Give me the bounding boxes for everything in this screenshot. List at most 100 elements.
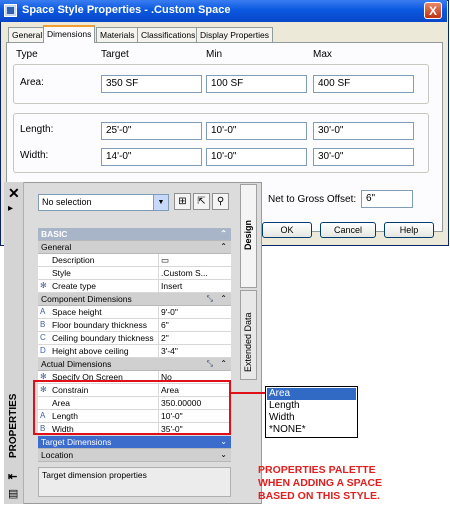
constrain-option-none[interactable]: *NONE* xyxy=(267,424,356,436)
property-icon: A xyxy=(40,307,46,316)
component-dimensions-label: Component Dimensions xyxy=(41,294,132,304)
dialog-title: Space Style Properties - .Custom Space xyxy=(22,4,231,16)
close-button[interactable]: X xyxy=(424,2,442,19)
constrain-option-length[interactable]: Length xyxy=(267,400,356,412)
constrain-options-list[interactable]: Area Length Width *NONE* xyxy=(265,386,358,438)
palette-close-icon[interactable]: ✕ xyxy=(8,185,20,202)
property-row-space-height[interactable]: A Space height 9'-0" xyxy=(38,306,231,319)
location-label: Location xyxy=(41,450,74,460)
property-value: Insert xyxy=(161,281,183,291)
property-row-ceiling-boundary[interactable]: C Ceiling boundary thickness 2" xyxy=(38,332,231,345)
collapse-icon: ⌃ xyxy=(220,242,227,251)
length-min-field[interactable]: 10'-0" xyxy=(206,122,307,140)
select-objects-icon[interactable]: ⇱ xyxy=(193,193,210,210)
quick-select-icon[interactable]: ⚲ xyxy=(212,193,229,210)
help-button[interactable]: Help xyxy=(384,222,434,238)
tab-design-label: Design xyxy=(243,219,253,250)
width-max-field[interactable]: 30'-0" xyxy=(313,148,414,166)
collapse-icon: ⌃ xyxy=(220,294,227,303)
tab-dimensions[interactable]: Dimensions xyxy=(43,25,96,43)
property-key: Height above ceiling xyxy=(52,346,129,356)
caption-line-1: PROPERTIES PALETTE xyxy=(258,464,376,476)
area-min-field[interactable]: 100 SF xyxy=(206,75,307,93)
autohide-icon[interactable]: ⇤ xyxy=(8,470,17,483)
basic-header-label: BASIC xyxy=(41,229,68,239)
palette-title: PROPERTIES xyxy=(8,393,19,458)
width-target-field[interactable]: 14'-0" xyxy=(101,148,202,166)
area-target-field[interactable]: 350 SF xyxy=(101,75,202,93)
palette-menu-icon[interactable]: ▸ xyxy=(8,203,13,214)
header-max: Max xyxy=(313,49,332,60)
property-key: Style xyxy=(52,268,71,278)
tab-classifications[interactable]: Classifications xyxy=(137,27,200,42)
add-selection-icon[interactable]: ⊞ xyxy=(174,193,191,210)
general-section-label: General xyxy=(41,242,72,252)
net-to-gross-label: Net to Gross Offset: xyxy=(268,194,357,205)
property-icon: B xyxy=(40,320,46,329)
component-dimensions-section[interactable]: Component Dimensions ⤡ ⌃ xyxy=(38,293,231,306)
cancel-button[interactable]: Cancel xyxy=(320,222,376,238)
width-min-field[interactable]: 10'-0" xyxy=(206,148,307,166)
help-text: Target dimension properties xyxy=(42,470,147,480)
chevron-down-icon: ▼ xyxy=(153,195,168,210)
property-value: .Custom S... xyxy=(161,268,208,278)
constrain-option-width[interactable]: Width xyxy=(267,412,356,424)
location-section[interactable]: Location ⌄ xyxy=(38,449,231,462)
property-value: 6" xyxy=(161,320,169,330)
property-row-description[interactable]: Description ▭ xyxy=(38,254,231,267)
header-type: Type xyxy=(16,49,38,60)
selection-dropdown[interactable]: No selection ▼ xyxy=(38,194,169,211)
property-key: Create type xyxy=(52,281,96,291)
highlight-connector xyxy=(231,392,265,394)
property-key: Space height xyxy=(52,307,102,317)
property-key: Description xyxy=(52,255,95,265)
property-value: 9'-0" xyxy=(161,307,178,317)
net-to-gross-field[interactable]: 6" xyxy=(361,190,413,208)
edit-dimensions-icon[interactable]: ⤡ xyxy=(207,358,213,370)
length-max-field[interactable]: 30'-0" xyxy=(313,122,414,140)
property-key: Ceiling boundary thickness xyxy=(52,333,154,343)
length-target-field[interactable]: 25'-0" xyxy=(101,122,202,140)
caption-line-3: BASED ON THIS STYLE. xyxy=(258,490,380,502)
tab-display-properties[interactable]: Display Properties xyxy=(196,27,273,42)
actual-dimensions-label: Actual Dimensions xyxy=(41,359,112,369)
header-min: Min xyxy=(206,49,223,60)
property-icon: D xyxy=(40,346,46,355)
area-max-field[interactable]: 400 SF xyxy=(313,75,414,93)
collapse-icon: ⌃ xyxy=(220,359,227,368)
selection-value: No selection xyxy=(42,197,92,207)
tab-general[interactable]: General xyxy=(8,27,47,42)
properties-icon[interactable]: ▤ xyxy=(8,487,18,500)
target-dimensions-label: Target Dimensions xyxy=(41,437,112,447)
edit-dimensions-icon[interactable]: ⤡ xyxy=(207,293,213,305)
description-value-icon: ▭ xyxy=(161,255,170,265)
property-row-floor-boundary[interactable]: B Floor boundary thickness 6" xyxy=(38,319,231,332)
expand-icon: ⌄ xyxy=(220,437,227,446)
target-dimensions-section[interactable]: Target Dimensions ⌄ xyxy=(38,436,231,449)
tab-extended-data-label: Extended Data xyxy=(243,312,253,372)
width-label: Width: xyxy=(20,150,49,161)
property-key: Floor boundary thickness xyxy=(52,320,147,330)
length-label: Length: xyxy=(20,124,54,135)
ok-button[interactable]: OK xyxy=(262,222,312,238)
property-row-style[interactable]: Style .Custom S... xyxy=(38,267,231,280)
help-text-box: Target dimension properties xyxy=(38,467,231,497)
tab-materials[interactable]: Materials xyxy=(96,27,139,42)
collapse-icon: ⌃ xyxy=(220,229,227,238)
highlight-box xyxy=(33,380,231,435)
app-icon xyxy=(4,4,17,17)
annotation-caption: PROPERTIES PALETTE WHEN ADDING A SPACE B… xyxy=(258,464,382,503)
property-value: 2" xyxy=(161,333,169,343)
property-row-create-type[interactable]: ✻ Create type Insert xyxy=(38,280,231,293)
header-target: Target xyxy=(101,49,129,60)
property-icon: ✻ xyxy=(40,281,47,290)
basic-header[interactable]: BASIC ⌃ xyxy=(38,228,231,241)
area-label: Area: xyxy=(20,77,44,88)
property-icon: C xyxy=(40,333,46,342)
actual-dimensions-section[interactable]: Actual Dimensions ⤡ ⌃ xyxy=(38,358,231,371)
expand-icon: ⌄ xyxy=(220,450,227,459)
caption-line-2: WHEN ADDING A SPACE xyxy=(258,477,383,489)
constrain-option-area[interactable]: Area xyxy=(267,388,356,400)
general-section[interactable]: General ⌃ xyxy=(38,241,231,254)
property-row-height-above-ceiling[interactable]: D Height above ceiling 3'-4" xyxy=(38,345,231,358)
